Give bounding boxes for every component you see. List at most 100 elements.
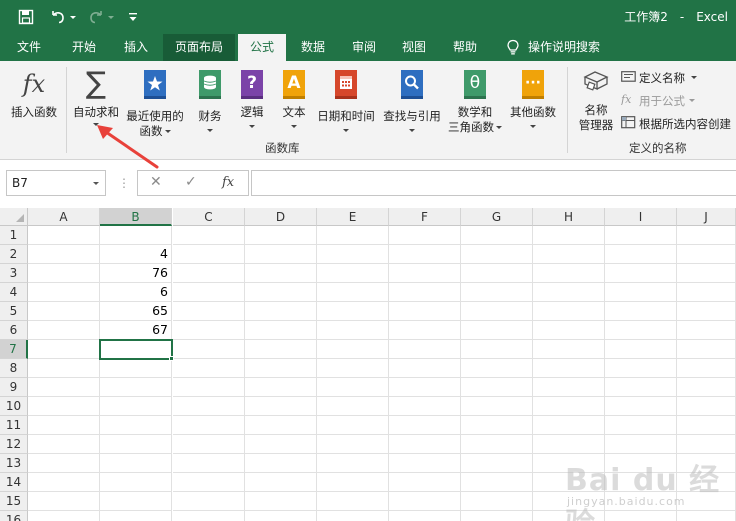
cell-b15[interactable] (100, 492, 172, 511)
formula-input[interactable] (251, 170, 736, 196)
cell-h4[interactable] (533, 283, 605, 302)
cell-c10[interactable] (173, 397, 245, 416)
tab-insert[interactable]: 插入 (112, 34, 160, 61)
cell-a1[interactable] (28, 226, 100, 245)
cell-e11[interactable] (317, 416, 389, 435)
column-header-h[interactable]: H (533, 208, 605, 226)
cell-a10[interactable] (28, 397, 100, 416)
cell-b11[interactable] (100, 416, 172, 435)
cell-a11[interactable] (28, 416, 100, 435)
cancel-icon[interactable]: ✕ (150, 174, 162, 190)
cell-c2[interactable] (173, 245, 245, 264)
cell-j6[interactable] (677, 321, 736, 340)
cell-f3[interactable] (389, 264, 461, 283)
cell-g16[interactable] (461, 511, 533, 521)
cell-g11[interactable] (461, 416, 533, 435)
cell-i12[interactable] (605, 435, 677, 454)
row-header-16[interactable]: 16 (0, 511, 28, 521)
cell-a9[interactable] (28, 378, 100, 397)
cell-e15[interactable] (317, 492, 389, 511)
date-time-button[interactable]: 日期和时间 (314, 68, 378, 132)
cell-c15[interactable] (173, 492, 245, 511)
cell-a4[interactable] (28, 283, 100, 302)
tell-me-search[interactable]: 操作说明搜索 (528, 34, 614, 61)
insert-function-fx-icon[interactable]: fx (222, 175, 234, 190)
select-all-button[interactable] (0, 208, 28, 226)
cell-c12[interactable] (173, 435, 245, 454)
cell-c1[interactable] (173, 226, 245, 245)
cell-a7[interactable] (28, 340, 100, 359)
cell-b1[interactable] (100, 226, 172, 245)
more-functions-button[interactable]: ··· 其他函数 (506, 68, 560, 128)
cell-c7[interactable] (173, 340, 245, 359)
cell-h2[interactable] (533, 245, 605, 264)
cell-d11[interactable] (245, 416, 317, 435)
cell-f1[interactable] (389, 226, 461, 245)
column-header-c[interactable]: C (173, 208, 245, 226)
cell-e1[interactable] (317, 226, 389, 245)
cell-g2[interactable] (461, 245, 533, 264)
undo-icon[interactable] (50, 6, 66, 28)
cell-h1[interactable] (533, 226, 605, 245)
cell-f11[interactable] (389, 416, 461, 435)
cell-e4[interactable] (317, 283, 389, 302)
insert-function-button[interactable]: fx 插入函数 (6, 68, 62, 120)
column-header-d[interactable]: D (245, 208, 317, 226)
cell-c9[interactable] (173, 378, 245, 397)
row-header-13[interactable]: 13 (0, 454, 28, 473)
cell-a13[interactable] (28, 454, 100, 473)
create-from-selection-button[interactable]: 根据所选内容创建 (621, 115, 731, 132)
cell-d2[interactable] (245, 245, 317, 264)
cell-j10[interactable] (677, 397, 736, 416)
cell-g7[interactable] (461, 340, 533, 359)
cell-b12[interactable] (100, 435, 172, 454)
tab-help[interactable]: 帮助 (443, 34, 487, 61)
cell-h7[interactable] (533, 340, 605, 359)
cell-a16[interactable] (28, 511, 100, 521)
cell-e9[interactable] (317, 378, 389, 397)
cell-e13[interactable] (317, 454, 389, 473)
undo-dropdown-icon[interactable] (68, 6, 76, 28)
cell-a3[interactable] (28, 264, 100, 283)
cell-b5[interactable]: 65 (100, 302, 172, 321)
cell-g6[interactable] (461, 321, 533, 340)
cell-a6[interactable] (28, 321, 100, 340)
cell-b3[interactable]: 76 (100, 264, 172, 283)
cell-c14[interactable] (173, 473, 245, 492)
cell-h11[interactable] (533, 416, 605, 435)
cell-g9[interactable] (461, 378, 533, 397)
tab-home[interactable]: 开始 (60, 34, 108, 61)
cell-f9[interactable] (389, 378, 461, 397)
cell-f14[interactable] (389, 473, 461, 492)
cell-j2[interactable] (677, 245, 736, 264)
row-header-4[interactable]: 4 (0, 283, 28, 302)
cell-g8[interactable] (461, 359, 533, 378)
cell-f15[interactable] (389, 492, 461, 511)
cell-j9[interactable] (677, 378, 736, 397)
cell-e6[interactable] (317, 321, 389, 340)
cell-i9[interactable] (605, 378, 677, 397)
cell-c16[interactable] (173, 511, 245, 521)
math-trig-button[interactable]: θ 数学和 三角函数 (444, 68, 506, 135)
row-header-8[interactable]: 8 (0, 359, 28, 378)
cell-h8[interactable] (533, 359, 605, 378)
name-manager-button[interactable]: 名称 管理器 (574, 68, 618, 133)
cell-i1[interactable] (605, 226, 677, 245)
cell-d13[interactable] (245, 454, 317, 473)
cell-i2[interactable] (605, 245, 677, 264)
cell-d6[interactable] (245, 321, 317, 340)
column-header-b[interactable]: B (100, 208, 172, 226)
cell-g5[interactable] (461, 302, 533, 321)
cell-j7[interactable] (677, 340, 736, 359)
cell-j3[interactable] (677, 264, 736, 283)
save-icon[interactable] (18, 6, 34, 28)
cell-g15[interactable] (461, 492, 533, 511)
cell-j5[interactable] (677, 302, 736, 321)
cell-a2[interactable] (28, 245, 100, 264)
cell-e16[interactable] (317, 511, 389, 521)
cell-i5[interactable] (605, 302, 677, 321)
cell-a12[interactable] (28, 435, 100, 454)
cell-e7[interactable] (317, 340, 389, 359)
cell-f6[interactable] (389, 321, 461, 340)
tab-page-layout[interactable]: 页面布局 (163, 34, 235, 61)
